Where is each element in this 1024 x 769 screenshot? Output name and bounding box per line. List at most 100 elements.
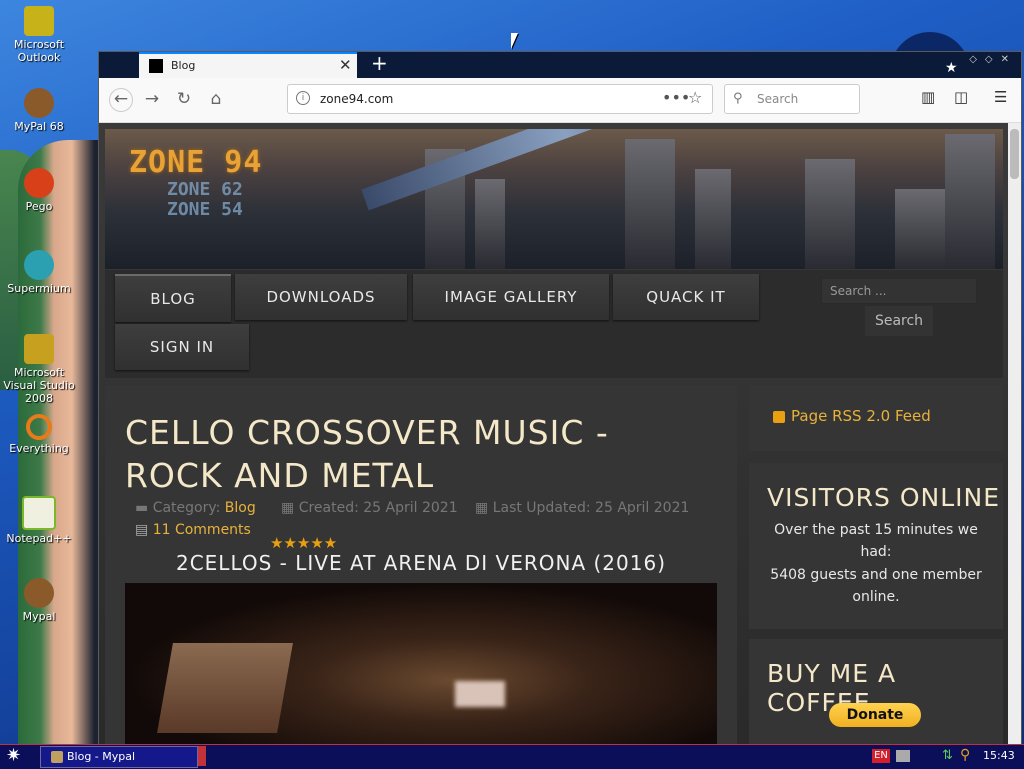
calendar-icon: ▦ bbox=[475, 500, 493, 516]
desktop-icon-outlook[interactable]: Microsoft Outlook bbox=[0, 6, 79, 64]
mypal-icon bbox=[24, 578, 54, 608]
bookmark-star-icon[interactable]: ☆ bbox=[688, 88, 702, 107]
rss-feed-link[interactable]: Page RSS 2.0 Feed bbox=[791, 407, 931, 425]
outlook-icon bbox=[24, 6, 54, 36]
browser-search-input[interactable]: ⚲ Search bbox=[724, 84, 860, 114]
notepadpp-icon bbox=[22, 496, 56, 530]
supermium-icon bbox=[24, 250, 54, 280]
new-tab-button[interactable]: + bbox=[371, 52, 388, 74]
site-favicon-icon bbox=[149, 59, 163, 73]
desktop-icon-label: Notepad++ bbox=[6, 532, 72, 545]
info-icon[interactable]: i bbox=[296, 91, 310, 105]
start-star-icon[interactable]: ✷ bbox=[6, 746, 21, 766]
site-logo-sub: ZONE 54 bbox=[167, 199, 243, 220]
article-title[interactable]: CELLO CROSSOVER MUSIC - ROCK AND METAL bbox=[125, 411, 715, 497]
site-search-button[interactable]: Search bbox=[865, 306, 933, 336]
visitors-text: Over the past 15 minutes we had: bbox=[774, 522, 978, 560]
site-search-input[interactable]: Search ... bbox=[821, 278, 977, 304]
navigation-toolbar: ← → ↻ ⌂ i zone94.com ••• ☆ ⚲ Search ▥ ◫ … bbox=[99, 78, 1021, 123]
banner-building bbox=[945, 134, 995, 269]
clock[interactable]: 15:43 bbox=[983, 749, 1015, 762]
visual-studio-icon bbox=[24, 334, 54, 364]
embedded-video[interactable] bbox=[125, 583, 717, 745]
desktop-icon-label: Microsoft Outlook bbox=[13, 38, 65, 64]
sidebar-icon[interactable]: ◫ bbox=[954, 88, 968, 106]
desktop-icon-label: MyPal 68 bbox=[14, 120, 64, 133]
desktop-icon-mypal68[interactable]: MyPal 68 bbox=[0, 88, 79, 133]
article-category: ▬ Category: Blog bbox=[135, 500, 256, 516]
site-logo-sub: ZONE 62 bbox=[167, 179, 243, 200]
menu-item-downloads[interactable]: DOWNLOADS bbox=[235, 274, 407, 320]
mouse-pointer-icon bbox=[511, 33, 518, 49]
language-indicator[interactable]: EN bbox=[872, 749, 890, 763]
desktop-icon-label: Supermium bbox=[7, 282, 71, 295]
article-comments: ▤ 11 Comments bbox=[135, 522, 251, 538]
forward-button[interactable]: → bbox=[141, 88, 163, 110]
blog-article: CELLO CROSSOVER MUSIC - ROCK AND METAL ▬… bbox=[105, 385, 737, 745]
menu-item-blog[interactable]: BLOG bbox=[115, 274, 231, 322]
sidebar-rss-box: Page RSS 2.0 Feed bbox=[749, 385, 1003, 451]
scrollbar-thumb[interactable] bbox=[1010, 129, 1019, 179]
close-tab-icon[interactable]: ✕ bbox=[339, 56, 352, 74]
desktop-icon-label: Everything bbox=[9, 442, 69, 455]
back-button[interactable]: ← bbox=[109, 88, 133, 112]
comment-icon: ▤ bbox=[135, 522, 153, 538]
search-placeholder: Search bbox=[757, 92, 799, 106]
site-banner: ZONE 94 ZONE 62 ZONE 54 bbox=[105, 129, 1003, 269]
search-icon: ⚲ bbox=[733, 91, 743, 106]
video-stage-shape bbox=[455, 681, 505, 707]
banner-building bbox=[625, 139, 675, 269]
keyboard-icon[interactable] bbox=[896, 750, 910, 762]
web-page: ZONE 94 ZONE 62 ZONE 54 BLOG DOWNLOADS I… bbox=[99, 123, 1008, 745]
desktop-icon-notepadpp[interactable]: Notepad++ bbox=[0, 496, 79, 545]
comments-link[interactable]: 11 Comments bbox=[153, 522, 251, 538]
sidebar-visitors-box: VISITORS ONLINE Over the past 15 minutes… bbox=[749, 463, 1003, 629]
visitors-heading: VISITORS ONLINE bbox=[767, 483, 1001, 512]
menu-item-sign-in[interactable]: SIGN IN bbox=[115, 324, 249, 370]
tab-blog[interactable]: Blog ✕ bbox=[139, 52, 357, 78]
rating-stars[interactable]: ★★★★★ bbox=[270, 534, 337, 552]
banner-building bbox=[475, 179, 505, 269]
url-text[interactable]: zone94.com bbox=[320, 92, 393, 106]
calendar-icon: ▦ bbox=[281, 500, 299, 516]
everything-icon bbox=[26, 414, 52, 440]
star-icon: ★ bbox=[945, 60, 958, 76]
donate-button[interactable]: Donate bbox=[829, 703, 921, 727]
desktop-icon-supermium[interactable]: Supermium bbox=[0, 250, 79, 295]
article-updated: ▦ Last Updated: 25 April 2021 bbox=[475, 500, 689, 516]
desktop-icon-mypal[interactable]: Mypal bbox=[0, 578, 79, 623]
menu-icon[interactable]: ☰ bbox=[994, 88, 1007, 106]
taskbar-item-label: Blog - Mypal bbox=[67, 750, 136, 763]
site-logo[interactable]: ZONE 94 bbox=[129, 145, 262, 180]
rss-icon bbox=[773, 411, 785, 423]
page-actions-icon[interactable]: ••• bbox=[662, 88, 690, 107]
network-icon[interactable]: ⇅ bbox=[942, 748, 953, 763]
page-scrollbar[interactable] bbox=[1008, 123, 1021, 745]
sidebar-coffee-box: BUY ME A COFFEE Donate bbox=[749, 639, 1003, 745]
main-menu: BLOG DOWNLOADS IMAGE GALLERY QUACK IT SI… bbox=[105, 270, 1003, 378]
visitors-count: 5408 guests and one member online. bbox=[770, 567, 982, 605]
menu-item-quack-it[interactable]: QUACK IT bbox=[613, 274, 759, 320]
pego-icon bbox=[24, 168, 54, 198]
home-button[interactable]: ⌂ bbox=[205, 88, 227, 110]
category-link[interactable]: Blog bbox=[225, 500, 256, 516]
taskbar: ✷ Blog - Mypal EN ⇅ ⚲ 15:43 bbox=[0, 744, 1024, 769]
reload-button[interactable]: ↻ bbox=[173, 88, 195, 110]
tab-title: Blog bbox=[171, 59, 196, 72]
category-label: Category: bbox=[152, 500, 225, 516]
video-title: 2CELLOS - LIVE AT ARENA DI VERONA (2016) bbox=[175, 551, 667, 575]
desktop-icon-visual-studio[interactable]: Microsoft Visual Studio 2008 bbox=[0, 334, 79, 405]
desktop-icon-everything[interactable]: Everything bbox=[0, 414, 79, 455]
banner-building bbox=[695, 169, 731, 269]
desktop-icon-pego[interactable]: Pego bbox=[0, 168, 79, 213]
menu-item-image-gallery[interactable]: IMAGE GALLERY bbox=[413, 274, 609, 320]
window-controls[interactable]: ◇◇✕ bbox=[969, 54, 1017, 65]
banner-building bbox=[805, 159, 855, 269]
library-icon[interactable]: ▥ bbox=[921, 88, 935, 106]
search-icon[interactable]: ⚲ bbox=[960, 747, 970, 763]
desktop-icon-label: Mypal bbox=[22, 610, 56, 623]
taskbar-item-blog[interactable]: Blog - Mypal bbox=[40, 746, 198, 768]
address-bar[interactable]: i zone94.com ••• ☆ bbox=[287, 84, 713, 114]
video-arena-shape bbox=[157, 643, 293, 733]
created-date: Created: 25 April 2021 bbox=[298, 500, 458, 516]
